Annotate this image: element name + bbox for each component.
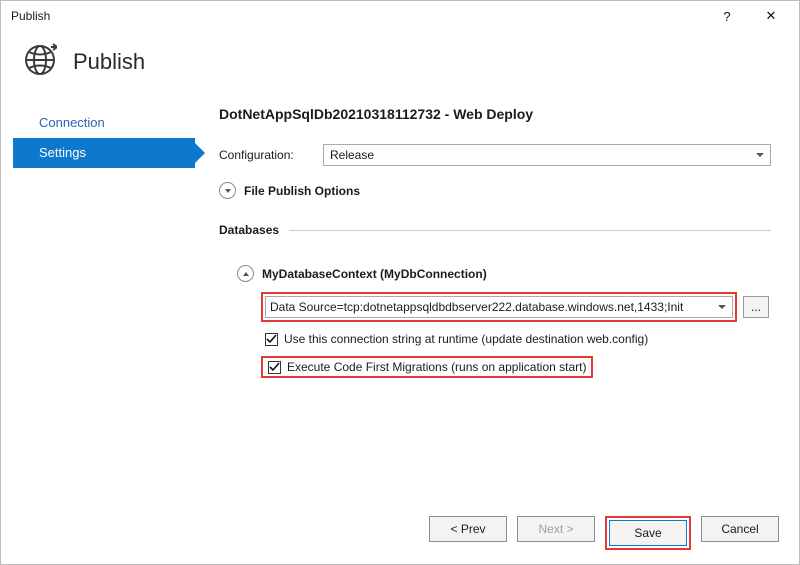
file-publish-options-expander[interactable]: File Publish Options [219, 182, 771, 199]
configuration-value: Release [330, 148, 374, 162]
globe-icon [23, 43, 57, 80]
profile-title: DotNetAppSqlDb20210318112732 - Web Deplo… [219, 106, 771, 122]
prev-button[interactable]: < Prev [429, 516, 507, 542]
window-title: Publish [7, 9, 705, 23]
databases-label: Databases [219, 223, 279, 237]
sidebar-item-label: Settings [39, 145, 86, 160]
titlebar: Publish ? ✕ [1, 1, 799, 31]
connection-string-value: Data Source=tcp:dotnetappsqldbdbserver22… [270, 300, 683, 314]
chevron-down-icon [219, 182, 236, 199]
help-button[interactable]: ? [705, 1, 749, 31]
divider [289, 230, 771, 231]
chevron-up-icon [237, 265, 254, 282]
page-title: Publish [73, 49, 145, 75]
main-panel: DotNetAppSqlDb20210318112732 - Web Deplo… [189, 102, 799, 388]
cancel-button[interactable]: Cancel [701, 516, 779, 542]
configuration-combo[interactable]: Release [323, 144, 771, 166]
chevron-down-icon [756, 153, 764, 157]
exec-migrations-label: Execute Code First Migrations (runs on a… [287, 360, 586, 374]
use-connection-label: Use this connection string at runtime (u… [284, 332, 648, 346]
sidebar-item-label: Connection [39, 115, 105, 130]
db-context-expander[interactable]: MyDatabaseContext (MyDbConnection) [237, 265, 771, 282]
exec-migrations-checkbox[interactable] [268, 361, 281, 374]
use-connection-checkbox[interactable] [265, 333, 278, 346]
next-button: Next > [517, 516, 595, 542]
connection-string-combo[interactable]: Data Source=tcp:dotnetappsqldbdbserver22… [265, 296, 733, 318]
footer: < Prev Next > Save Cancel [429, 516, 779, 550]
use-connection-row: Use this connection string at runtime (u… [265, 332, 771, 346]
header: Publish [1, 31, 799, 102]
db-context-title-label: MyDatabaseContext (MyDbConnection) [262, 267, 487, 281]
sidebar-item-settings[interactable]: Settings [13, 138, 195, 168]
save-button-highlight: Save [605, 516, 691, 550]
connection-string-highlight: Data Source=tcp:dotnetappsqldbdbserver22… [261, 292, 737, 322]
sidebar: Connection Settings [1, 102, 189, 388]
chevron-down-icon [718, 305, 726, 309]
exec-migrations-highlight: Execute Code First Migrations (runs on a… [261, 356, 593, 378]
close-button[interactable]: ✕ [749, 1, 793, 31]
save-button[interactable]: Save [609, 520, 687, 546]
configuration-label: Configuration: [219, 148, 313, 162]
file-publish-options-label: File Publish Options [244, 184, 360, 198]
databases-heading: Databases [219, 223, 771, 237]
sidebar-item-connection[interactable]: Connection [13, 108, 189, 138]
connection-string-browse-button[interactable]: ... [743, 296, 769, 318]
